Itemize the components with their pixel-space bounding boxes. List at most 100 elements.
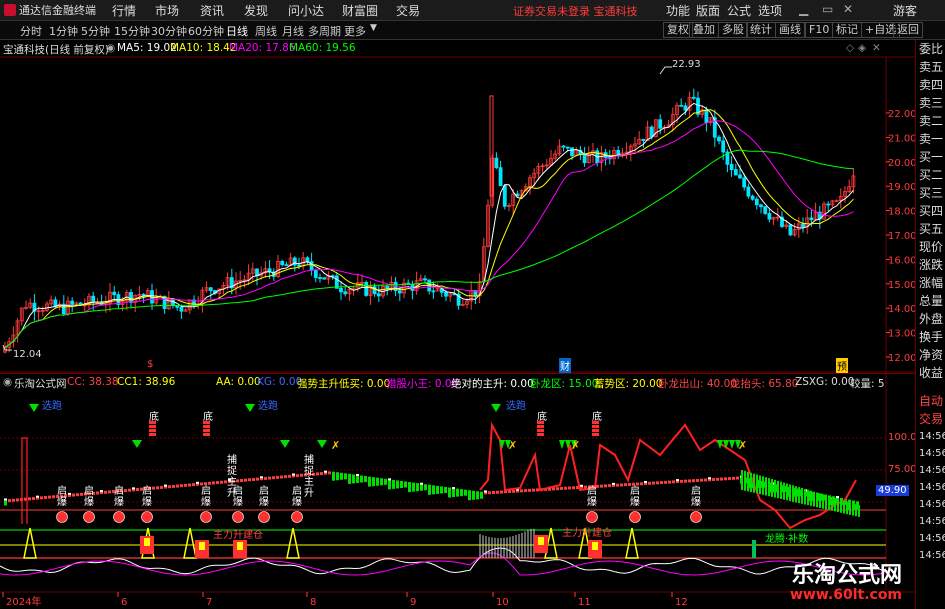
candle-body — [582, 154, 587, 164]
signal-label-di-3: 底 — [537, 412, 547, 423]
event-marker-forecast[interactable]: 预 — [836, 358, 848, 373]
candle-body — [809, 217, 814, 221]
indicator-aa: AA: 0.00 — [216, 376, 261, 388]
ma5-line — [4, 102, 854, 348]
indicator-f2: 猎股小王: 0.00 — [386, 378, 459, 390]
yellow-triangle-2 — [183, 527, 197, 559]
trend-band-bar — [136, 488, 139, 492]
indicator-kg: KG: 0.00 — [257, 376, 303, 388]
price-tick-label-1: 21.00 — [888, 133, 915, 144]
watermark-title: 乐淘公式网 — [792, 563, 903, 588]
candle-body — [179, 306, 184, 312]
candle-body — [801, 223, 805, 228]
di-bar-1 — [203, 433, 210, 436]
trend-band-bar — [172, 484, 175, 488]
trend-band-bar — [244, 478, 247, 482]
yellow-triangle-6 — [625, 527, 639, 559]
trend-band-bar — [572, 486, 575, 490]
trend-band-bar — [640, 482, 643, 486]
trend-band-dot — [612, 482, 615, 485]
candle-body — [297, 264, 301, 267]
candle-body — [364, 281, 369, 296]
quote-field-0: 委比 — [919, 42, 944, 56]
trade-label[interactable]: 交易 — [916, 410, 945, 428]
trade-time-3: 14:56 — [919, 482, 945, 493]
trend-band-bar — [620, 483, 623, 487]
trend-band-dot — [164, 484, 167, 487]
di-bar-0 — [149, 425, 156, 428]
signal-label-qibao-8: 启爆 — [587, 486, 597, 508]
trend-band-bar — [320, 472, 323, 476]
trend-band-dot — [68, 492, 71, 495]
trend-band-bar — [460, 489, 463, 497]
candle-body — [759, 204, 763, 208]
event-marker-1[interactable]: $ — [147, 359, 153, 370]
candle-body — [91, 295, 96, 303]
trend-band-bar — [336, 472, 339, 481]
event-marker-finance[interactable]: 财 — [559, 358, 571, 373]
kline-chart[interactable]: 22.00 21.00 20.00 19.00 18.00 17.00 16.00 15.00… — [0, 0, 915, 609]
trend-band-dot — [708, 477, 711, 480]
trend-band-bar — [420, 483, 423, 491]
signal-label-qibao-1: 启爆 — [84, 486, 94, 508]
trend-band-bar — [716, 477, 719, 481]
signal-figure-icon-1: ✗ — [508, 439, 517, 452]
qibao-circle-1 — [83, 511, 95, 523]
indicator-name[interactable]: 乐淘公式网 — [14, 376, 67, 391]
trend-band-bar — [32, 497, 35, 501]
candle-body — [683, 105, 688, 111]
qibao-circle-3 — [141, 511, 153, 523]
candle-body — [431, 290, 436, 293]
candle-body — [754, 198, 759, 206]
trend-band-bar — [168, 485, 171, 489]
trend-band-bar — [272, 476, 275, 480]
candle-body — [343, 291, 348, 295]
trend-band-bar — [480, 491, 483, 499]
quote-field-6: 买一 — [919, 150, 944, 164]
date-label-7: 12 — [675, 597, 688, 608]
indicator-settings-icon[interactable]: ◉ — [3, 376, 12, 388]
di-bar-3 — [592, 433, 599, 436]
trend-band-bar — [668, 480, 671, 484]
trend-band-bar — [276, 475, 279, 479]
trend-band-bar — [396, 480, 399, 489]
trend-band-bar — [280, 475, 283, 479]
di-bar-0 — [149, 429, 156, 432]
indicator-f3: 绝对的主升: 0.00 — [451, 378, 534, 390]
trend-band-bar — [488, 491, 491, 495]
candle-body — [721, 140, 726, 153]
candle-body — [738, 174, 742, 179]
di-bar-2 — [537, 433, 544, 436]
green-down-arrow-1 — [245, 404, 255, 412]
candle-body — [309, 261, 314, 271]
trade-time-0: 14:56 — [919, 431, 945, 442]
trend-band-bar — [648, 481, 651, 485]
small-green-arrow-2 — [559, 440, 565, 449]
quote-field-8: 买三 — [919, 186, 944, 200]
trend-band-bar — [268, 476, 271, 480]
trend-band-bar — [456, 488, 459, 497]
di-bar-3 — [592, 425, 599, 428]
trend-band-bar — [252, 477, 255, 481]
trend-band-bar — [48, 495, 51, 499]
main-signal-line — [479, 421, 857, 530]
price-tick-label-0: 22.00 — [888, 109, 915, 120]
quote-field-9: 买四 — [919, 204, 944, 218]
trade-time-5: 14:56 — [919, 516, 945, 527]
trend-band-bar — [284, 475, 287, 479]
trend-band-bar — [340, 472, 343, 480]
candle-body — [284, 264, 289, 267]
trend-band-bar — [468, 490, 471, 501]
trend-band-bar — [240, 478, 243, 482]
signal-label-qibao-4: 启爆 — [201, 486, 211, 508]
trend-band-bar — [700, 478, 703, 482]
trend-band-bar — [192, 483, 195, 487]
auto-label[interactable]: 自动 — [916, 392, 945, 410]
trend-band-bar — [600, 484, 603, 488]
trend-band-bar — [176, 484, 179, 488]
candle-body — [322, 277, 327, 280]
di-bar-2 — [537, 429, 544, 432]
qibao-circle-0 — [56, 511, 68, 523]
trend-band-bar — [652, 481, 655, 485]
quote-field-1: 卖五 — [919, 60, 944, 74]
